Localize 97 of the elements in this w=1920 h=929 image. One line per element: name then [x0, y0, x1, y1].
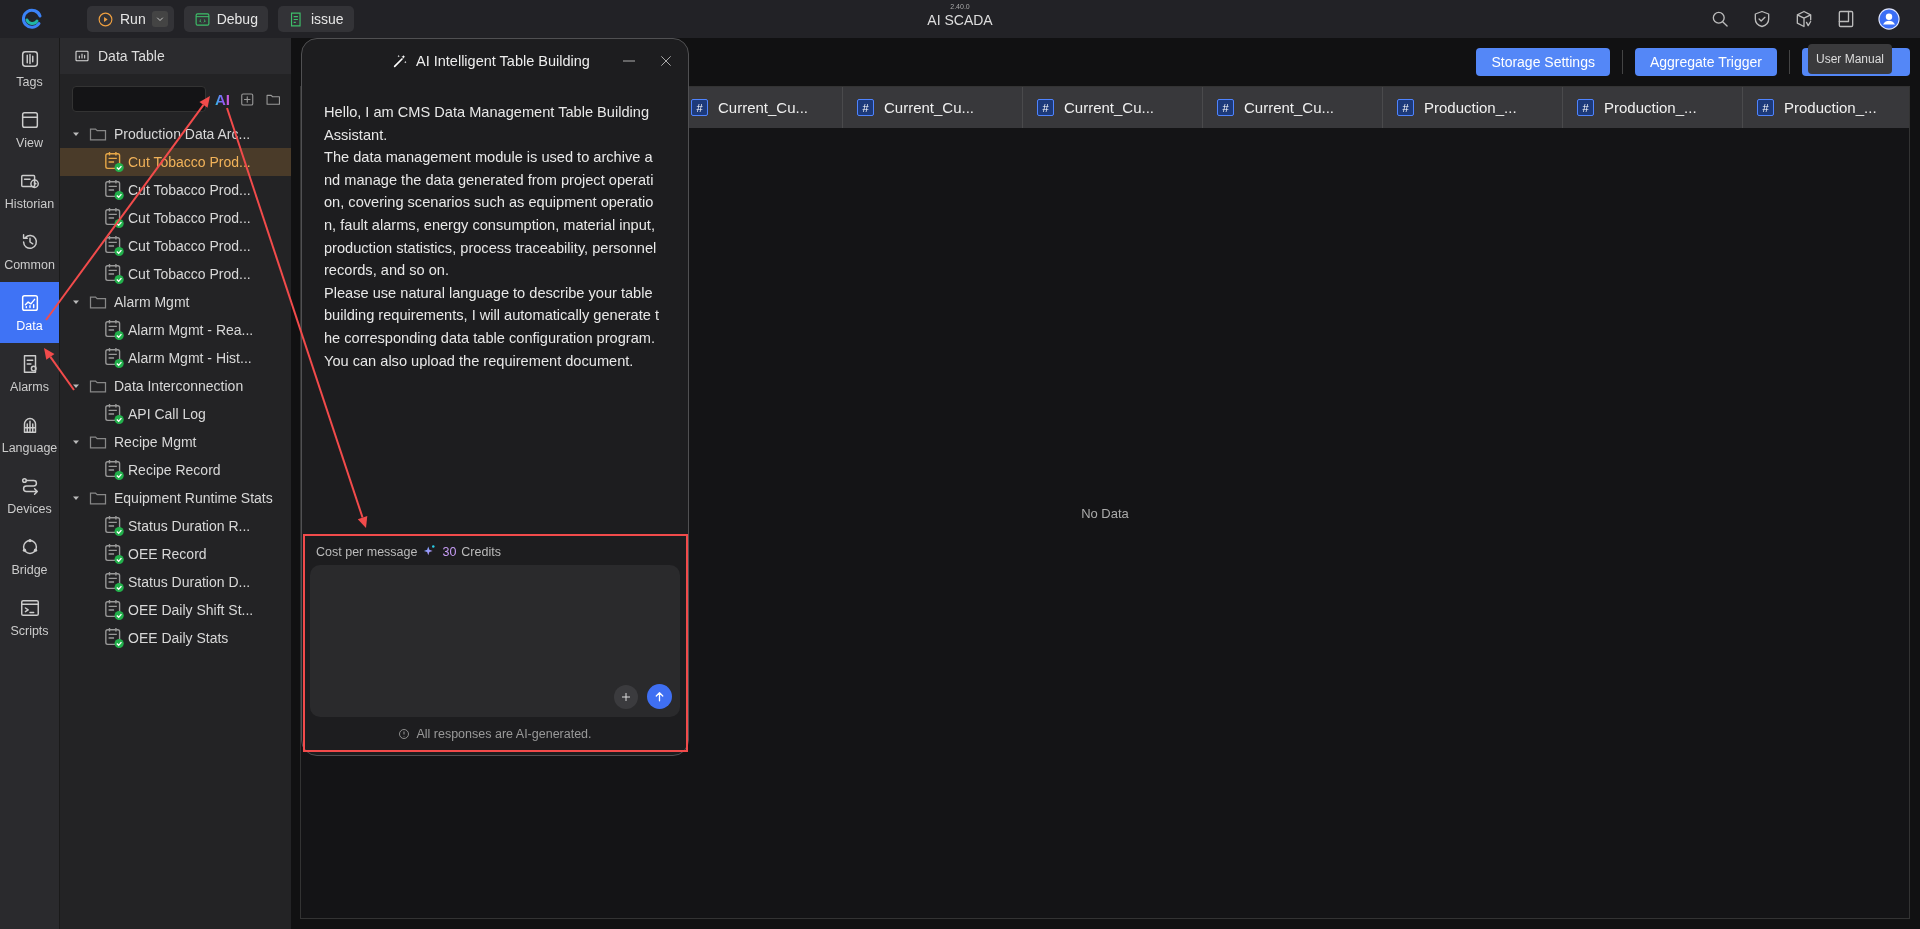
- tree-folder[interactable]: Data Interconnection: [60, 372, 291, 400]
- rail-item[interactable]: Scripts: [0, 587, 59, 648]
- tooltip: User Manual: [1808, 44, 1892, 74]
- column-label: Current_Cu...: [884, 99, 975, 116]
- tree-folder[interactable]: Alarm Mgmt: [60, 288, 291, 316]
- table-check-icon: [104, 543, 126, 565]
- tree-item[interactable]: Cut Tobacco Prod...: [60, 232, 291, 260]
- table-check-icon: [104, 403, 126, 425]
- table-check-icon: [104, 459, 126, 481]
- column-header[interactable]: # Production_...: [1382, 87, 1562, 128]
- column-header[interactable]: # Production_...: [1562, 87, 1742, 128]
- attach-button[interactable]: [614, 685, 638, 709]
- assistant-message: Please use natural language to describe your table building requirements, I will automatically generate the corresponding data table configuration program. You can also upload the requirement document.: [324, 283, 660, 371]
- dropdown-caret-icon[interactable]: [151, 11, 168, 27]
- dialog-title: AI Intelligent Table Building: [416, 53, 590, 69]
- credits-label: Credits: [461, 544, 501, 559]
- column-label: Current_Cu...: [1244, 99, 1335, 116]
- shield-check-icon[interactable]: [1752, 9, 1772, 29]
- debug-button[interactable]: Debug: [183, 6, 268, 32]
- column-label: Production_...: [1424, 99, 1517, 116]
- table-check-icon: [104, 263, 126, 285]
- plus-icon: [620, 691, 632, 703]
- number-type-icon: #: [691, 99, 708, 116]
- tree-folder[interactable]: Equipment Runtime Stats: [60, 484, 291, 512]
- column-label: Current_Cu...: [718, 99, 809, 116]
- search-icon[interactable]: [1710, 9, 1730, 29]
- column-header[interactable]: # Current_Cu...: [690, 87, 842, 128]
- number-type-icon: #: [857, 99, 874, 116]
- rail-item[interactable]: Alarms: [0, 343, 59, 404]
- disclaimer-text: All responses are AI-generated.: [416, 727, 592, 741]
- run-button[interactable]: Run: [87, 6, 174, 32]
- panel-title: Data Table: [98, 48, 165, 64]
- app-logo: [20, 7, 44, 31]
- tree-item[interactable]: Cut Tobacco Prod...: [60, 260, 291, 288]
- search-field[interactable]: [72, 86, 206, 112]
- table-check-icon: [104, 515, 126, 537]
- tree-folder[interactable]: Recipe Mgmt: [60, 428, 291, 456]
- tree-item[interactable]: OEE Daily Stats: [60, 624, 291, 652]
- number-type-icon: #: [1577, 99, 1594, 116]
- cube-icon[interactable]: [1794, 9, 1814, 29]
- arrow-up-icon: [653, 690, 666, 703]
- chart-icon: [74, 48, 90, 64]
- tree-item[interactable]: Recipe Record: [60, 456, 291, 484]
- rail-item[interactable]: Tags: [0, 38, 59, 99]
- tree-item[interactable]: OEE Daily Shift St...: [60, 596, 291, 624]
- column-label: Current_Cu...: [1064, 99, 1155, 116]
- avatar-icon[interactable]: [1878, 8, 1900, 30]
- rail-item[interactable]: Common: [0, 221, 59, 282]
- message-input[interactable]: [310, 565, 680, 717]
- rail-item[interactable]: Bridge: [0, 526, 59, 587]
- column-header[interactable]: # Current_Cu...: [1022, 87, 1202, 128]
- cost-label: Cost per message: [316, 544, 418, 559]
- number-type-icon: #: [1757, 99, 1774, 116]
- rail-item[interactable]: Devices: [0, 465, 59, 526]
- column-header[interactable]: # Current_Cu...: [842, 87, 1022, 128]
- send-button[interactable]: [647, 684, 672, 709]
- column-header[interactable]: # Production_...: [1742, 87, 1909, 128]
- tree-item[interactable]: Status Duration D...: [60, 568, 291, 596]
- assistant-message: Hello, I am CMS Data Management Table Building Assistant.: [324, 103, 650, 145]
- tree-item[interactable]: Alarm Mgmt - Rea...: [60, 316, 291, 344]
- table-check-icon: [104, 151, 126, 173]
- number-type-icon: #: [1397, 99, 1414, 116]
- panel-layout-icon[interactable]: [1836, 9, 1856, 29]
- empty-state-text: No Data: [1081, 505, 1129, 521]
- code-window-icon: [193, 10, 211, 28]
- tree-item[interactable]: Status Duration R...: [60, 512, 291, 540]
- add-icon[interactable]: [239, 90, 256, 108]
- table-check-icon: [104, 207, 126, 229]
- table-check-icon: [104, 627, 126, 649]
- info-icon: [398, 728, 411, 740]
- terminal-icon: [18, 597, 41, 619]
- number-type-icon: #: [1217, 99, 1234, 116]
- close-icon[interactable]: [658, 53, 674, 69]
- table-check-icon: [104, 599, 126, 621]
- play-icon: [97, 10, 114, 28]
- number-type-icon: #: [1037, 99, 1054, 116]
- rail-item[interactable]: View: [0, 99, 59, 160]
- rail-item[interactable]: Data: [0, 282, 59, 343]
- column-label: Production_...: [1784, 99, 1877, 116]
- table-check-icon: [104, 179, 126, 201]
- tree-item[interactable]: API Call Log: [60, 400, 291, 428]
- column-header[interactable]: # Current_Cu...: [1202, 87, 1382, 128]
- table-check-icon: [104, 235, 126, 257]
- assistant-message: The data management module is used to archive and manage the data generated from project operation, covering scenarios such as equipment operation, fault alarms, energy consumption, material input, production statistics, process traceability, personnel records, and so on.: [324, 148, 658, 281]
- tree-item[interactable]: Alarm Mgmt - Hist...: [60, 344, 291, 372]
- tree-item[interactable]: Cut Tobacco Prod...: [60, 204, 291, 232]
- magic-wand-icon: [392, 53, 408, 69]
- tree-item[interactable]: OEE Record: [60, 540, 291, 568]
- table-check-icon: [104, 347, 126, 369]
- credits-count: 30: [442, 544, 457, 559]
- app-title: AI SCADA: [927, 11, 993, 29]
- table-check-icon: [104, 319, 126, 341]
- column-label: Production_...: [1604, 99, 1697, 116]
- rail-item[interactable]: Language: [0, 404, 59, 465]
- table-check-icon: [104, 571, 126, 593]
- issue-button[interactable]: issue: [277, 6, 354, 32]
- rail-item[interactable]: Historian: [0, 160, 59, 221]
